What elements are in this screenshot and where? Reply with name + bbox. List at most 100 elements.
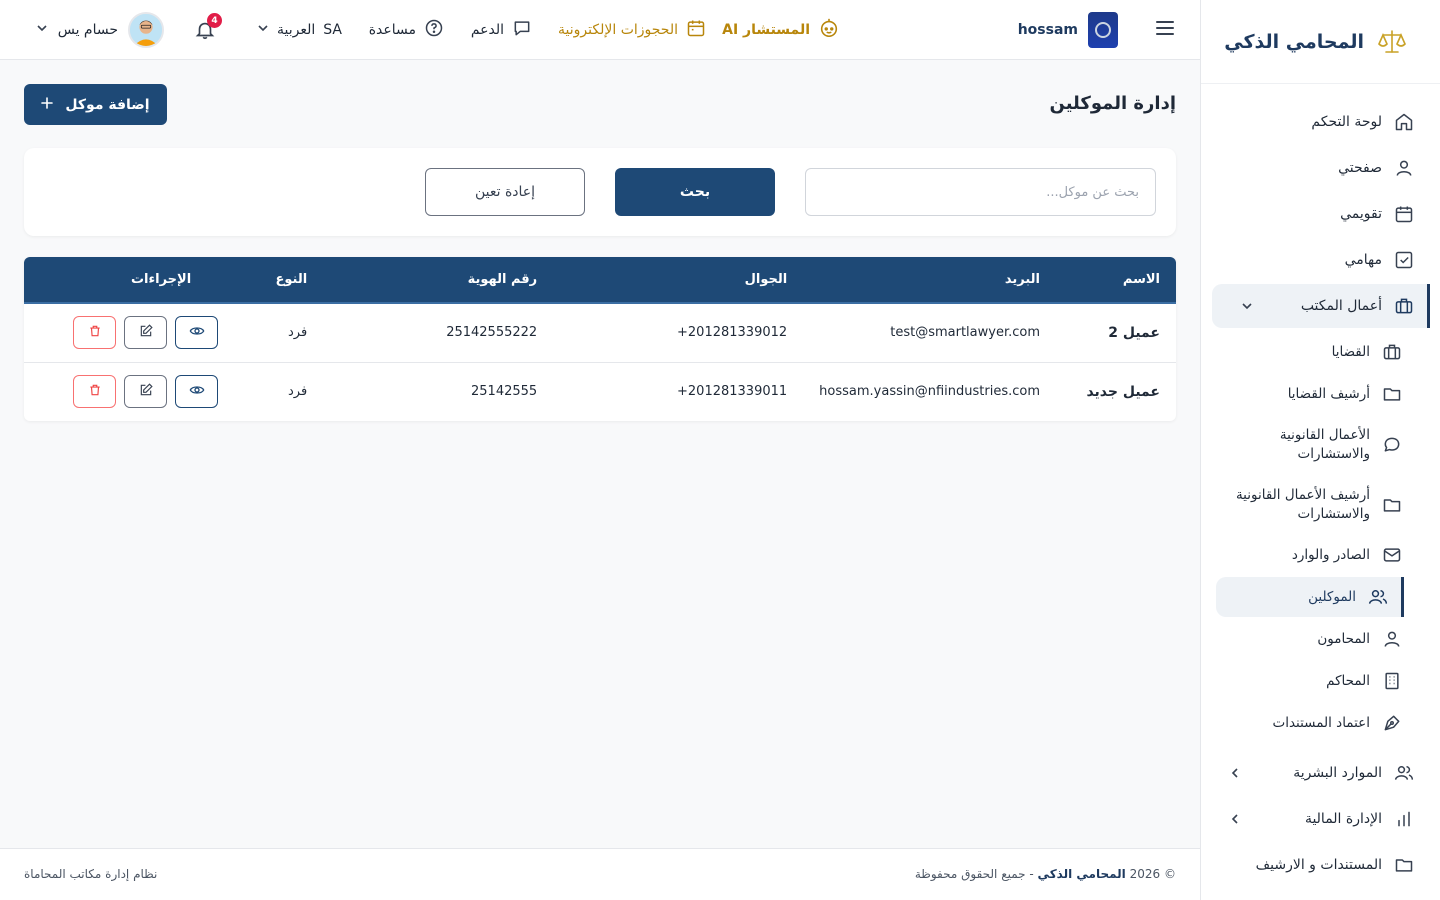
sidebar-item-office-work[interactable]: أعمال المكتب <box>1212 284 1430 328</box>
plus-icon <box>41 96 54 113</box>
bar-chart-icon <box>1392 807 1416 831</box>
add-client-button[interactable]: إضافة موكل <box>24 84 167 125</box>
column-header-email[interactable]: البريد <box>803 257 1056 304</box>
brand-name: المحامي الذكي <box>1224 30 1364 53</box>
reset-button[interactable]: إعادة تعين <box>425 168 585 216</box>
briefcase-icon <box>1392 294 1416 318</box>
footer: © 2026 المحامي الذكي - جميع الحقوق محفوظ… <box>0 848 1200 900</box>
search-button[interactable]: بحث <box>615 168 775 216</box>
table-header-row: الاسم البريد الجوال رقم الهوية النوع الإ… <box>24 257 1176 304</box>
sidebar-item-label: الإدارة المالية <box>1304 811 1382 827</box>
brand[interactable]: المحامي الذكي <box>1201 0 1440 84</box>
sidebar-item-label: تقويمي <box>1340 206 1382 222</box>
sidebar-item-my-page[interactable]: صفحتي <box>1200 146 1440 190</box>
view-client-button[interactable] <box>175 316 219 350</box>
sidebar-item-label: المحامون <box>1317 630 1370 647</box>
sidebar-item-calendar[interactable]: تقويمي <box>1200 192 1440 236</box>
notification-count-badge: 4 <box>207 13 222 28</box>
sidebar-item-clients[interactable]: الموكلين <box>1216 577 1404 617</box>
client-phone: 201281339011+ <box>677 384 788 400</box>
help-circle-icon <box>424 18 444 42</box>
home-icon <box>1392 110 1416 134</box>
office-logo <box>1088 12 1118 48</box>
client-email: test@smartlawyer.com <box>890 325 1040 341</box>
trash-icon <box>88 383 102 401</box>
sidebar-item-document-approval[interactable]: اعتماد المستندات <box>1200 703 1440 743</box>
column-header-id-number[interactable]: رقم الهوية <box>323 257 554 304</box>
chevron-down-icon <box>1240 299 1254 313</box>
edit-client-button[interactable] <box>124 375 168 409</box>
sidebar-item-dashboard[interactable]: لوحة التحكم <box>1200 100 1440 144</box>
sidebar-item-label: أرشيف الأعمال القانونية والاستشارات <box>1235 487 1370 522</box>
sidebar-item-label: الموارد البشرية <box>1293 765 1382 781</box>
pen-nib-icon <box>1380 711 1404 735</box>
client-type: فرد <box>287 384 308 400</box>
office-account[interactable]: hossam <box>1018 0 1118 60</box>
sidebar-item-hr[interactable]: الموارد البشرية <box>1200 751 1440 795</box>
support-label: الدعم <box>470 22 504 38</box>
client-name: عميل 2 <box>1108 324 1160 341</box>
avatar <box>128 12 164 48</box>
ai-advisor-link[interactable]: المستشار AI <box>722 0 840 60</box>
notifications-button[interactable]: 4 <box>194 0 222 60</box>
row-actions <box>24 303 233 362</box>
menu-toggle-button[interactable] <box>1154 0 1176 60</box>
support-link[interactable]: الدعم <box>471 0 532 60</box>
folder-icon <box>1380 382 1404 406</box>
chevron-down-icon <box>257 22 269 38</box>
sidebar-item-legal-works-archive[interactable]: أرشيف الأعمال القانونية والاستشارات <box>1200 482 1440 528</box>
sidebar-item-tasks[interactable]: مهامي <box>1200 238 1440 282</box>
scales-icon <box>1376 26 1408 58</box>
bell-icon: 4 <box>194 13 222 41</box>
help-label: مساعدة <box>368 22 416 38</box>
sidebar-item-label: اعتماد المستندات <box>1272 714 1370 731</box>
client-search-input[interactable] <box>805 168 1156 216</box>
client-email: hossam.yassin@nfiindustries.com <box>819 384 1040 400</box>
hamburger-icon <box>1154 17 1176 43</box>
row-actions <box>24 362 233 421</box>
column-header-name[interactable]: الاسم <box>1056 257 1176 304</box>
view-client-button[interactable] <box>175 375 219 409</box>
sidebar-item-documents-archive[interactable]: المستندات و الارشيف <box>1200 843 1440 887</box>
help-link[interactable]: مساعدة <box>369 0 444 60</box>
user-profile-menu[interactable]: حسام يس <box>36 0 164 60</box>
chat-icon <box>1380 433 1404 457</box>
copyright-year: © 2026 <box>1129 867 1176 881</box>
delete-client-button[interactable] <box>73 375 117 409</box>
e-bookings-label: الحجوزات الإلكترونية <box>558 22 678 38</box>
sidebar-item-label: القضايا <box>1331 343 1370 360</box>
building-icon <box>1380 669 1404 693</box>
sidebar-item-correspondence[interactable]: الصادر والوارد <box>1200 535 1440 575</box>
sidebar-item-lawyers[interactable]: المحامون <box>1200 619 1440 659</box>
sidebar-item-courts[interactable]: المحاكم <box>1200 661 1440 701</box>
users-icon <box>1366 585 1390 609</box>
mail-icon <box>1380 543 1404 567</box>
sidebar-item-label: المستندات و الارشيف <box>1255 857 1382 873</box>
eye-icon <box>189 382 205 402</box>
top-header: hossam المستشار AI الحجوزات الإلكترونية … <box>0 0 1200 60</box>
e-bookings-link[interactable]: الحجوزات الإلكترونية <box>558 0 706 60</box>
sidebar-item-label: الأعمال القانونية والاستشارات <box>1279 427 1370 462</box>
edit-client-button[interactable] <box>124 316 168 350</box>
trash-icon <box>88 324 102 342</box>
sidebar-item-cases[interactable]: القضايا <box>1200 332 1440 372</box>
folder-icon <box>1392 853 1416 877</box>
office-username: hossam <box>1017 22 1078 38</box>
footer-rights: - جميع الحقوق محفوظة <box>914 867 1034 881</box>
sidebar-item-label: الموكلين <box>1308 588 1356 605</box>
sidebar-item-label: لوحة التحكم <box>1311 114 1382 130</box>
language-selector[interactable]: SA العربية <box>257 0 342 60</box>
chevron-down-icon <box>36 22 48 38</box>
search-panel: بحث إعادة تعين <box>24 148 1176 236</box>
column-header-phone[interactable]: الجوال <box>553 257 804 304</box>
user-icon <box>1392 156 1416 180</box>
delete-client-button[interactable] <box>73 316 117 350</box>
sidebar-item-finance[interactable]: الإدارة المالية <box>1200 797 1440 841</box>
client-id-number: 25142555 <box>471 384 538 400</box>
sidebar-item-cases-archive[interactable]: أرشيف القضايا <box>1200 374 1440 414</box>
sidebar-item-label: مهامي <box>1344 252 1382 268</box>
language-label: العربية <box>277 22 316 38</box>
footer-copyright: © 2026 المحامي الذكي - جميع الحقوق محفوظ… <box>915 867 1176 881</box>
column-header-type[interactable]: النوع <box>233 257 324 304</box>
sidebar-item-legal-works[interactable]: الأعمال القانونية والاستشارات <box>1200 422 1440 468</box>
